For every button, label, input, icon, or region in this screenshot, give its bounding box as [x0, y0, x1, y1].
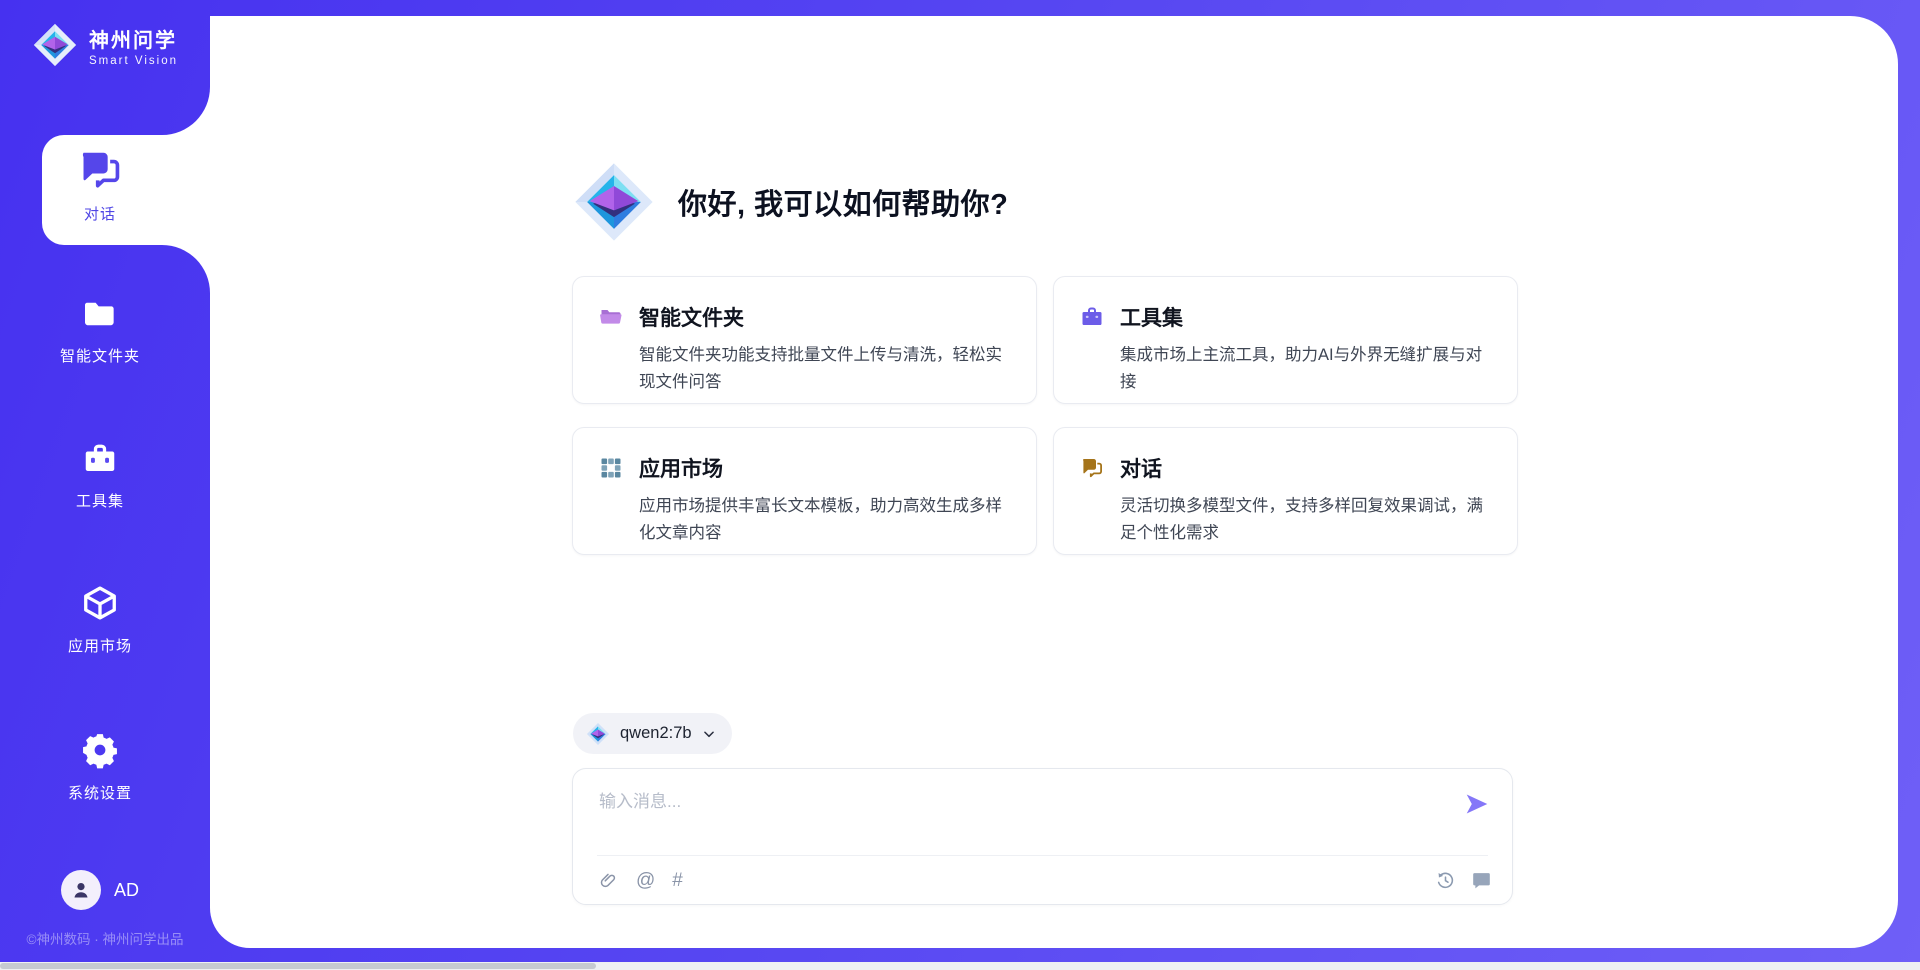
gear-icon	[81, 731, 119, 769]
app-window: 神州问学 Smart Vision 对话 智能文件夹	[0, 0, 1920, 970]
sidebar-footer: ©神州数码 · 神州问学出品	[0, 928, 210, 948]
model-selector[interactable]: qwen2:7b	[573, 713, 732, 754]
brand-logo: 神州问学 Smart Vision	[0, 22, 210, 68]
card-description: 应用市场提供丰富长文本模板，助力高效生成多样化文章内容	[639, 493, 1008, 547]
sidebar-item-chat[interactable]: 对话	[42, 135, 210, 245]
comment-icon[interactable]	[1471, 870, 1492, 891]
send-button[interactable]	[1462, 789, 1492, 819]
brand-name: 神州问学	[89, 24, 178, 53]
person-icon	[69, 878, 93, 902]
brand-subtitle: Smart Vision	[89, 55, 178, 67]
card-title: 工具集	[1120, 302, 1183, 332]
greeting-block: 你好, 我可以如何帮助你?	[572, 158, 1008, 246]
folder-icon	[82, 296, 118, 332]
at-icon[interactable]: @	[636, 870, 655, 892]
message-input-box: @ #	[572, 768, 1513, 905]
briefcase-icon	[82, 441, 118, 477]
feature-cards: 智能文件夹 智能文件夹功能支持批量文件上传与清洗，轻松实现文件问答 工具集 集成…	[572, 276, 1518, 555]
card-title: 智能文件夹	[639, 302, 744, 332]
card-description: 智能文件夹功能支持批量文件上传与清洗，轻松实现文件问答	[639, 342, 1008, 396]
card-smart-folder[interactable]: 智能文件夹 智能文件夹功能支持批量文件上传与清洗，轻松实现文件问答	[572, 276, 1037, 404]
folder-open-icon	[599, 305, 623, 329]
card-toolset[interactable]: 工具集 集成市场上主流工具，助力AI与外界无缝扩展与对接	[1053, 276, 1518, 404]
sidebar-item-label: 智能文件夹	[60, 345, 140, 366]
sidebar-item-label: 应用市场	[68, 635, 132, 656]
message-input[interactable]	[599, 787, 1439, 843]
sidebar-item-label: 工具集	[76, 490, 124, 511]
sidebar-item-settings[interactable]: 系统设置	[0, 731, 200, 803]
content-area: 你好, 我可以如何帮助你? 智能文件夹 智能文件夹功能支持批量文件上传与清洗，轻…	[210, 16, 1898, 948]
scrollbar-thumb[interactable]	[0, 963, 596, 969]
logo-diamond-icon	[586, 722, 610, 746]
sidebar-item-app-market[interactable]: 应用市场	[0, 584, 200, 656]
horizontal-scrollbar[interactable]	[0, 962, 1920, 970]
history-icon[interactable]	[1435, 870, 1456, 891]
hash-icon[interactable]: #	[672, 870, 683, 892]
sidebar: 神州问学 Smart Vision 对话 智能文件夹	[0, 0, 210, 970]
card-description: 集成市场上主流工具，助力AI与外界无缝扩展与对接	[1120, 342, 1489, 396]
avatar	[61, 870, 101, 910]
chat-icon	[77, 147, 123, 193]
card-title: 对话	[1120, 453, 1162, 483]
sidebar-item-toolset[interactable]: 工具集	[0, 441, 200, 511]
send-icon	[1464, 791, 1490, 817]
card-app-market[interactable]: 应用市场 应用市场提供丰富长文本模板，助力高效生成多样化文章内容	[572, 427, 1037, 555]
briefcase-icon	[1080, 305, 1104, 329]
model-name: qwen2:7b	[620, 724, 692, 743]
greeting-title: 你好, 我可以如何帮助你?	[678, 181, 1008, 223]
card-description: 灵活切换多模型文件，支持多样回复效果调试，满足个性化需求	[1120, 493, 1489, 547]
card-chat[interactable]: 对话 灵活切换多模型文件，支持多样回复效果调试，满足个性化需求	[1053, 427, 1518, 555]
cube-icon	[81, 584, 119, 622]
user-profile[interactable]: AD	[0, 870, 200, 910]
user-name: AD	[114, 880, 139, 901]
grid-icon	[599, 456, 623, 480]
logo-diamond-icon	[572, 160, 656, 244]
chat-icon	[1080, 456, 1104, 480]
paperclip-icon[interactable]	[599, 871, 619, 891]
logo-diamond-icon	[32, 22, 78, 68]
sidebar-item-label: 系统设置	[68, 782, 132, 803]
sidebar-item-smart-folder[interactable]: 智能文件夹	[0, 296, 200, 366]
sidebar-item-label: 对话	[84, 203, 116, 224]
input-toolbar: @ #	[599, 856, 1492, 905]
chevron-down-icon	[702, 727, 716, 741]
card-title: 应用市场	[639, 453, 723, 483]
